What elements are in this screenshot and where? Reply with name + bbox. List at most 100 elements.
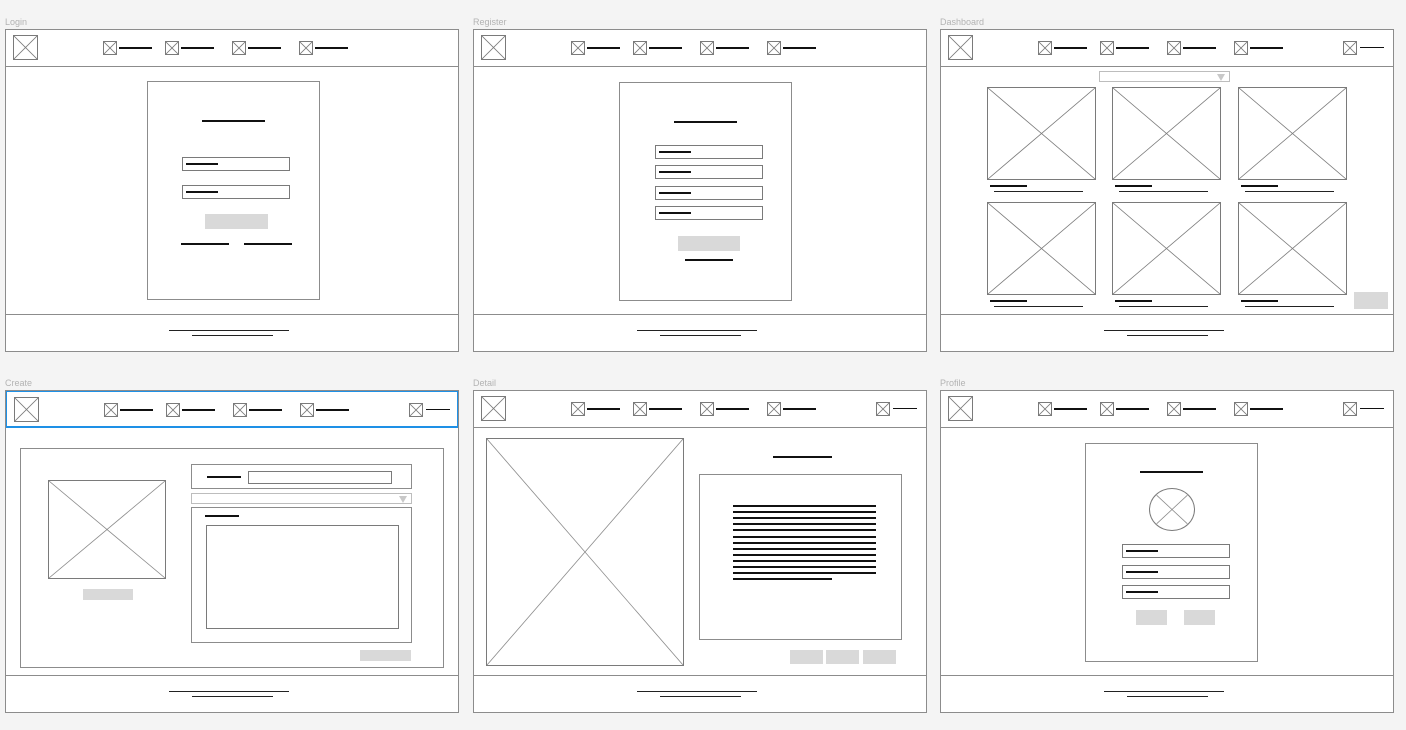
cancel-button[interactable] <box>1184 610 1215 625</box>
footer <box>941 675 1393 712</box>
name-input[interactable] <box>1122 544 1230 558</box>
dashboard-card-2[interactable] <box>1112 87 1222 195</box>
nav-label-placeholder <box>716 408 749 410</box>
nav-item-2[interactable] <box>633 41 685 55</box>
logo-image-placeholder-icon[interactable] <box>948 396 973 421</box>
description-textarea[interactable] <box>206 525 399 629</box>
nav-item-1[interactable] <box>571 402 623 416</box>
nav-label-placeholder <box>248 47 281 49</box>
nav-item-1[interactable] <box>571 41 623 55</box>
add-item-button[interactable] <box>1354 292 1388 309</box>
frame-label-dashboard: Dashboard <box>940 17 985 27</box>
dropdown-caret-icon <box>399 496 407 503</box>
login-link[interactable] <box>685 259 733 261</box>
user-image-placeholder-icon <box>1343 402 1357 416</box>
action-button-1[interactable] <box>790 650 823 664</box>
category-dropdown[interactable] <box>191 493 412 504</box>
logo-image-placeholder-icon[interactable] <box>481 396 506 421</box>
user-menu[interactable] <box>876 402 920 416</box>
dashboard-card-3[interactable] <box>1238 87 1348 195</box>
action-button-2[interactable] <box>826 650 859 664</box>
action-button-3[interactable] <box>863 650 896 664</box>
detail-text-line <box>733 523 876 526</box>
logo-image-placeholder-icon[interactable] <box>13 35 38 60</box>
register-link[interactable] <box>244 243 292 245</box>
card-image-placeholder <box>1112 87 1221 180</box>
card-title-placeholder <box>1241 185 1278 187</box>
nav-label-placeholder <box>315 47 348 49</box>
detail-text-line <box>733 529 876 532</box>
nav-item-2[interactable] <box>165 41 217 55</box>
register-button[interactable] <box>678 236 740 251</box>
login-button[interactable] <box>205 214 268 229</box>
card-subtitle-placeholder <box>1119 306 1208 307</box>
detail-text-line <box>733 541 876 544</box>
user-menu[interactable] <box>409 403 453 417</box>
user-menu[interactable] <box>1343 41 1387 55</box>
dashboard-frame[interactable] <box>940 29 1394 352</box>
create-frame[interactable] <box>5 390 459 713</box>
nav-image-placeholder-icon <box>103 41 117 55</box>
nav-item-4[interactable] <box>767 41 819 55</box>
nav-item-4[interactable] <box>300 403 352 417</box>
nav-item-3[interactable] <box>1167 402 1219 416</box>
nav-item-4[interactable] <box>1234 402 1286 416</box>
footer-line-2 <box>192 696 273 697</box>
nav-image-placeholder-icon <box>633 41 647 55</box>
password-input[interactable] <box>182 185 290 199</box>
card-title-placeholder <box>990 300 1027 302</box>
user-menu[interactable] <box>1343 402 1387 416</box>
login-frame[interactable] <box>5 29 459 352</box>
register-frame[interactable] <box>473 29 927 352</box>
nav-item-4[interactable] <box>1234 41 1286 55</box>
image-upload-placeholder[interactable] <box>48 480 166 579</box>
upload-button[interactable] <box>83 589 133 600</box>
nav-label-placeholder <box>783 47 816 49</box>
dashboard-card-6[interactable] <box>1238 202 1348 310</box>
nav-item-1[interactable] <box>1038 41 1090 55</box>
nav-item-4[interactable] <box>767 402 819 416</box>
nav-item-1[interactable] <box>103 41 155 55</box>
submit-button[interactable] <box>360 650 411 661</box>
nav-item-2[interactable] <box>1100 41 1152 55</box>
confirm-password-input[interactable] <box>655 206 763 220</box>
nav-item-3[interactable] <box>232 41 284 55</box>
username-input[interactable] <box>182 157 290 171</box>
nav-image-placeholder-icon <box>1234 41 1248 55</box>
nav-item-1[interactable] <box>104 403 156 417</box>
nav-label-placeholder <box>316 409 349 411</box>
nav-item-3[interactable] <box>233 403 285 417</box>
email-input[interactable] <box>1122 565 1230 579</box>
logo-image-placeholder-icon[interactable] <box>948 35 973 60</box>
card-image-placeholder <box>1112 202 1221 295</box>
password-input[interactable] <box>655 186 763 200</box>
email-input[interactable] <box>655 165 763 179</box>
logo-image-placeholder-icon[interactable] <box>481 35 506 60</box>
profile-frame[interactable] <box>940 390 1394 713</box>
nav-item-2[interactable] <box>166 403 218 417</box>
password-input[interactable] <box>1122 585 1230 599</box>
nav-item-3[interactable] <box>700 402 752 416</box>
detail-frame[interactable] <box>473 390 927 713</box>
nav-item-3[interactable] <box>700 41 752 55</box>
detail-text-panel <box>699 474 902 640</box>
footer-line-2 <box>660 696 741 697</box>
nav-item-4[interactable] <box>299 41 351 55</box>
filter-dropdown[interactable] <box>1099 71 1230 82</box>
logo-image-placeholder-icon[interactable] <box>14 397 39 422</box>
forgot-password-link[interactable] <box>181 243 229 245</box>
save-button[interactable] <box>1136 610 1167 625</box>
nav-item-2[interactable] <box>633 402 685 416</box>
dashboard-card-4[interactable] <box>987 202 1097 310</box>
nav-item-1[interactable] <box>1038 402 1090 416</box>
nav-label-placeholder <box>649 408 682 410</box>
name-input[interactable] <box>655 145 763 159</box>
dashboard-card-1[interactable] <box>987 87 1097 195</box>
nav-image-placeholder-icon <box>1038 402 1052 416</box>
title-input[interactable] <box>248 471 392 484</box>
dashboard-card-5[interactable] <box>1112 202 1222 310</box>
footer-line-2 <box>660 335 741 336</box>
nav-item-2[interactable] <box>1100 402 1152 416</box>
nav-item-3[interactable] <box>1167 41 1219 55</box>
header <box>941 30 1393 67</box>
